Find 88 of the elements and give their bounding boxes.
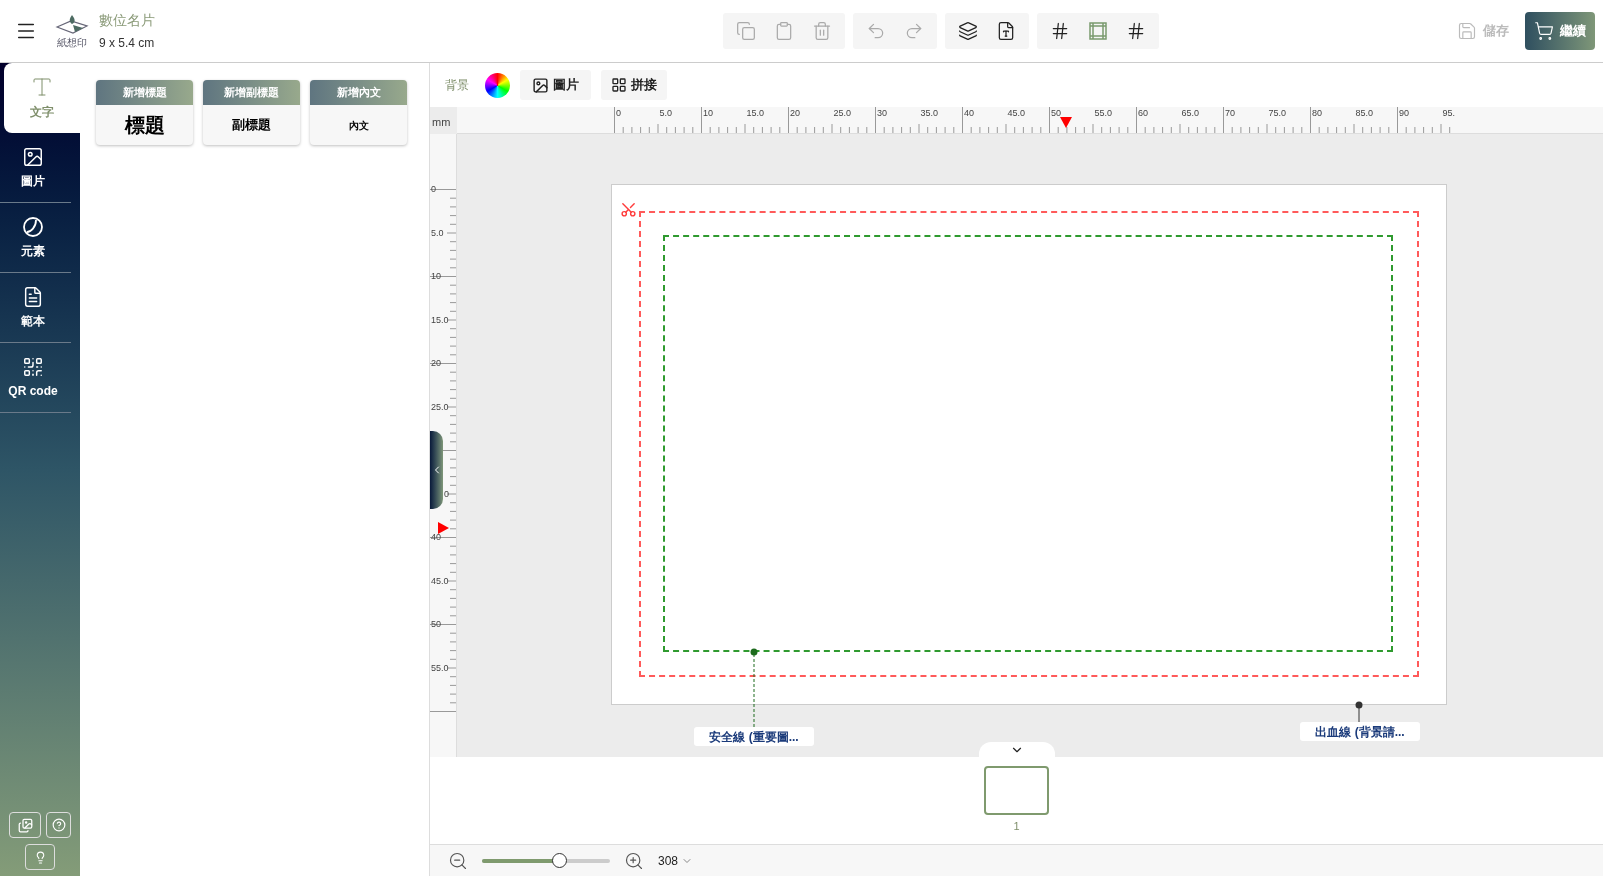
images-icon bbox=[17, 817, 33, 833]
ruler-label: 20 bbox=[790, 107, 800, 119]
ruler-label: 55.0 bbox=[431, 662, 449, 674]
image-icon bbox=[22, 145, 44, 168]
image-icon bbox=[532, 76, 549, 94]
position-marker-icon bbox=[1060, 117, 1073, 128]
zoom-out-icon[interactable] bbox=[448, 850, 468, 871]
ruler-label: 50 bbox=[431, 619, 441, 630]
scissors-icon bbox=[620, 201, 637, 218]
ruler-label: 35.0 bbox=[920, 107, 939, 119]
ruler-label: 95. bbox=[1442, 107, 1455, 119]
background-label: 背景 bbox=[445, 77, 469, 94]
qr-code-icon bbox=[22, 355, 44, 378]
document-icon bbox=[22, 285, 44, 308]
preset-header: 新增副標題 bbox=[203, 80, 300, 105]
ruler-label: 15.0 bbox=[431, 314, 449, 326]
product-title: 數位名片 bbox=[99, 11, 155, 30]
ruler-label: 70 bbox=[1225, 107, 1235, 119]
zoom-slider[interactable] bbox=[482, 852, 610, 869]
cart-icon bbox=[1534, 21, 1554, 41]
layers-icon[interactable] bbox=[958, 21, 978, 41]
ruler-label: 25.0 bbox=[833, 107, 852, 119]
zoom-in-icon[interactable] bbox=[624, 850, 644, 871]
zoom-dropdown[interactable]: 308 bbox=[658, 851, 694, 870]
position-marker-icon bbox=[438, 522, 449, 535]
ruler-label: 45.0 bbox=[1007, 107, 1026, 119]
ruler-label: 30 bbox=[877, 107, 887, 119]
nav-tab[interactable]: 圖片 bbox=[0, 133, 71, 203]
nav-tab[interactable]: 文字 bbox=[4, 63, 80, 133]
text-preset-card[interactable]: 新增標題 標題 bbox=[96, 80, 193, 145]
frame-guide-icon[interactable] bbox=[1088, 21, 1108, 41]
zoom-slider-thumb[interactable] bbox=[551, 852, 567, 868]
text-icon bbox=[30, 75, 54, 99]
ruler-label: 60 bbox=[1138, 107, 1148, 119]
tip-button[interactable] bbox=[25, 844, 55, 870]
save-icon bbox=[1457, 21, 1477, 41]
text-preset-card[interactable]: 新增副標題 副標題 bbox=[203, 80, 300, 145]
preset-sample: 副標題 bbox=[231, 116, 272, 135]
collapse-panel-tab[interactable] bbox=[430, 431, 443, 509]
preset-header: 新增內文 bbox=[310, 80, 407, 105]
bleed-leader-line bbox=[1355, 701, 1363, 723]
hash-icon[interactable] bbox=[1126, 21, 1146, 41]
grid-icon[interactable] bbox=[1050, 21, 1070, 41]
preset-header: 新增標題 bbox=[96, 80, 193, 105]
ruler-unit: mm bbox=[432, 115, 451, 130]
ruler-label: 10 bbox=[431, 271, 441, 282]
preset-sample: 標題 bbox=[123, 113, 166, 138]
page-number: 1 bbox=[1013, 819, 1020, 835]
bleed-line-label: 出血線 (背景請... bbox=[1300, 722, 1420, 741]
ruler-label: 0 bbox=[444, 488, 449, 500]
font-file-icon[interactable] bbox=[996, 21, 1016, 41]
continue-button[interactable]: 繼續 bbox=[1525, 12, 1595, 50]
ruler-label: 50 bbox=[1051, 107, 1061, 119]
ruler-label: 5.0 bbox=[431, 227, 444, 239]
color-wheel-button[interactable] bbox=[485, 72, 510, 98]
page-thumbnail[interactable] bbox=[984, 766, 1049, 816]
ruler-label: 25.0 bbox=[431, 401, 449, 413]
text-preset-card[interactable]: 新增內文 內文 bbox=[310, 80, 407, 145]
ruler-label: 80 bbox=[1312, 107, 1322, 119]
ruler-label: 40 bbox=[964, 107, 974, 119]
ruler-label: 65.0 bbox=[1181, 107, 1200, 119]
nav-tab[interactable]: 範本 bbox=[0, 273, 71, 343]
logo-text: 紙想印 bbox=[57, 37, 87, 49]
nav-tab[interactable]: 元素 bbox=[0, 203, 71, 273]
logo-icon bbox=[55, 13, 89, 37]
tile-button[interactable]: 拼接 bbox=[601, 70, 667, 100]
ruler-label: 10 bbox=[703, 107, 713, 119]
safe-line-label: 安全線 (重要圖... bbox=[694, 727, 814, 746]
ruler-label: 90 bbox=[1399, 107, 1409, 119]
product-size: 9 x 5.4 cm bbox=[99, 35, 155, 52]
preset-sample: 內文 bbox=[347, 118, 370, 133]
ruler-label: 45.0 bbox=[431, 575, 449, 587]
circle-arc-icon bbox=[22, 215, 44, 238]
ruler-label: 75.0 bbox=[1268, 107, 1287, 119]
ruler-label: 15.0 bbox=[746, 107, 765, 119]
ruler-label: 5.0 bbox=[659, 107, 672, 119]
ruler-label: 40 bbox=[431, 532, 441, 543]
ruler-label: 0 bbox=[616, 107, 621, 119]
grid-icon bbox=[611, 77, 627, 93]
ruler-label: 0 bbox=[431, 184, 436, 195]
ruler-label: 85.0 bbox=[1355, 107, 1374, 119]
gallery-button[interactable] bbox=[9, 812, 41, 838]
help-icon bbox=[51, 818, 66, 832]
image-button[interactable]: 圖片 bbox=[520, 70, 591, 100]
help-button[interactable] bbox=[46, 812, 71, 838]
ruler-label: 20 bbox=[431, 358, 441, 369]
nav-tab[interactable]: QR code bbox=[0, 343, 71, 413]
ruler-label: 55.0 bbox=[1094, 107, 1113, 119]
